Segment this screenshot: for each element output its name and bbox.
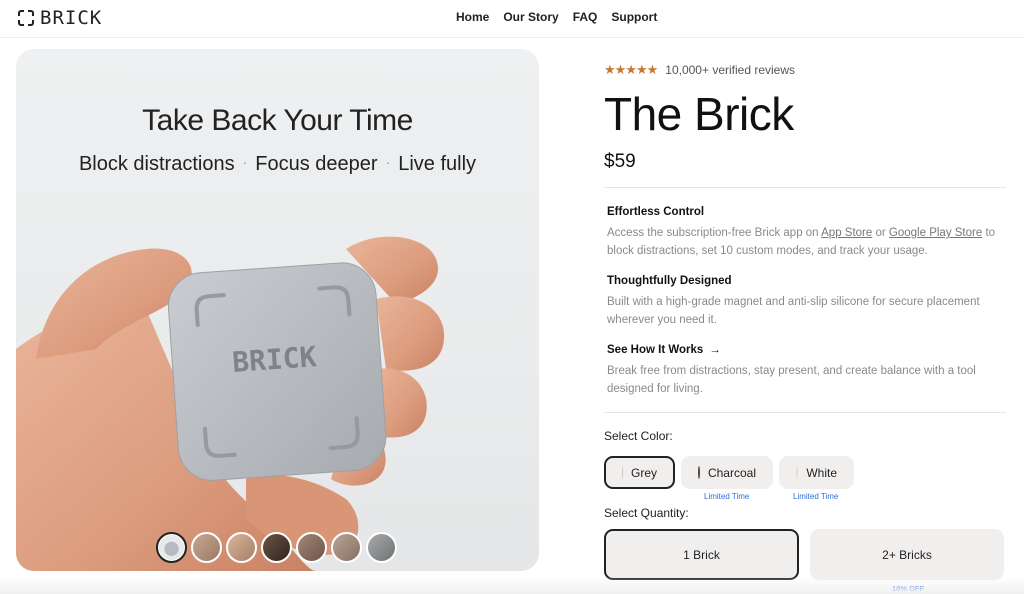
main-nav: Home Our Story FAQ Support [456,10,657,24]
discount-badge: 10% OFF [892,584,925,593]
color-option-white[interactable]: White [779,456,854,489]
product-hero-image: Take Back Your Time Block distractions · F… [16,49,539,571]
product-title: The Brick [604,88,794,140]
select-color-label: Select Color: [604,429,673,443]
thumbnail-3[interactable] [226,532,257,563]
grey-swatch-icon [622,466,623,479]
feature-text: Access the subscription-free Brick app o… [607,227,996,257]
nav-home[interactable]: Home [456,10,489,24]
brick-device-label: BRICK [231,340,318,379]
thumbnail-1[interactable] [156,532,187,563]
limited-time-badge: Limited Time [704,492,750,501]
thumbnail-4[interactable] [261,532,292,563]
rating-summary[interactable]: ★★★★★ 10,000+ verified reviews [604,62,795,78]
see-how-it-works-link[interactable]: See How It Works → [607,344,1005,356]
thumbnail-6[interactable] [331,532,362,563]
star-rating-icon: ★★★★★ [604,62,658,77]
feature-thoughtfully-designed: Thoughtfully Designed Built with a high-… [607,275,1005,329]
feature-text: Break free from distractions, stay prese… [607,365,976,395]
select-quantity-label: Select Quantity: [604,506,689,520]
feature-text: Built with a high-grade magnet and anti-… [607,296,980,326]
color-options: Grey Charcoal White [604,456,854,489]
feature-title: Thoughtfully Designed [607,275,732,287]
thumbnail-strip [156,532,397,563]
app-store-link[interactable]: App Store [821,227,872,239]
nav-support[interactable]: Support [611,10,657,24]
quantity-option-2-bricks[interactable]: 2+ Bricks [810,529,1004,580]
feature-see-how-it-works: See How It Works → Break free from distra… [607,344,1005,398]
site-header: BRICK Home Our Story FAQ Support [0,0,1024,38]
thumbnail-2[interactable] [191,532,222,563]
arrow-right-icon: → [709,344,721,356]
nav-faq[interactable]: FAQ [573,10,598,24]
divider [604,187,1006,188]
feature-effortless-control: Effortless Control Access the subscripti… [607,206,1005,260]
thumbnail-7[interactable] [366,532,397,563]
nav-our-story[interactable]: Our Story [503,10,558,24]
divider [604,412,1006,413]
brick-logo[interactable]: BRICK [18,7,102,29]
reviews-count: 10,000+ verified reviews [665,63,796,77]
color-option-charcoal[interactable]: Charcoal [681,456,773,489]
limited-time-badge: Limited Time [793,492,839,501]
color-option-grey[interactable]: Grey [604,456,675,489]
quantity-option-1-brick[interactable]: 1 Brick [604,529,799,580]
feature-title: Effortless Control [607,206,705,218]
product-price: $59 [604,151,636,172]
google-play-store-link[interactable]: Google Play Store [889,227,982,239]
hand-holding-brick-illustration: BRICK [16,236,445,571]
brick-logo-icon [18,10,34,26]
white-swatch-icon [796,466,799,479]
charcoal-swatch-icon [698,466,700,479]
thumbnail-5[interactable] [296,532,327,563]
logo-text: BRICK [40,7,103,29]
